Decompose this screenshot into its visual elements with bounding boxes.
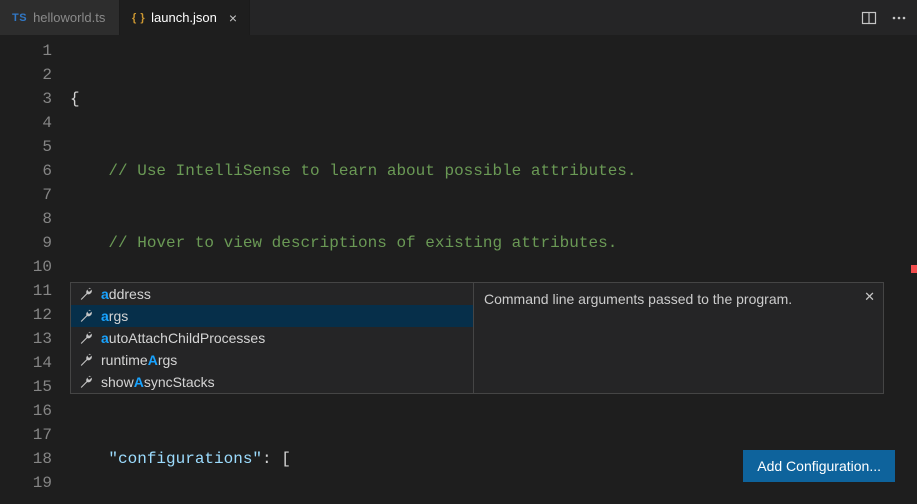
line-number: 13 <box>0 327 52 351</box>
suggest-item[interactable]: runtimeArgs <box>71 349 473 371</box>
line-number: 16 <box>0 399 52 423</box>
line-number: 15 <box>0 375 52 399</box>
suggest-widget: address args autoAttachChildProcesses runti… <box>70 282 884 394</box>
line-number: 4 <box>0 111 52 135</box>
line-number: 19 <box>0 471 52 495</box>
suggest-doc-text: Command line arguments passed to the pro… <box>484 291 792 307</box>
line-number: 10 <box>0 255 52 279</box>
split-editor-icon[interactable] <box>861 10 877 26</box>
suggest-item[interactable]: autoAttachChildProcesses <box>71 327 473 349</box>
tab-label: helloworld.ts <box>33 10 105 25</box>
code-area[interactable]: { // Use IntelliSense to learn about pos… <box>70 35 917 504</box>
scroll-error-marker[interactable] <box>911 265 917 273</box>
line-number: 8 <box>0 207 52 231</box>
json-icon: { } <box>132 12 145 24</box>
suggest-label: args <box>101 308 128 324</box>
code-text: // Use IntelliSense to learn about possi… <box>70 162 637 180</box>
suggest-label: runtimeArgs <box>101 352 177 368</box>
property-icon <box>79 375 93 389</box>
property-icon <box>79 331 93 345</box>
property-icon <box>79 287 93 301</box>
code-text: "configurations" <box>108 450 262 468</box>
line-number: 18 <box>0 447 52 471</box>
close-icon[interactable]: ✕ <box>864 287 875 307</box>
line-number: 9 <box>0 231 52 255</box>
suggest-item[interactable]: address <box>71 283 473 305</box>
line-number: 6 <box>0 159 52 183</box>
suggest-item[interactable]: args <box>71 305 473 327</box>
property-icon <box>79 353 93 367</box>
line-number: 5 <box>0 135 52 159</box>
code-text: // Hover to view descriptions of existin… <box>70 234 617 252</box>
tab-bar: TS helloworld.ts { } launch.json × <box>0 0 917 35</box>
line-number: 17 <box>0 423 52 447</box>
suggest-label: autoAttachChildProcesses <box>101 330 265 346</box>
tab-launch-json[interactable]: { } launch.json × <box>120 0 250 35</box>
add-configuration-button[interactable]: Add Configuration... <box>743 450 895 482</box>
tab-label: launch.json <box>151 10 217 25</box>
code-text: { <box>70 90 80 108</box>
suggest-label: showAsyncStacks <box>101 374 215 390</box>
close-icon[interactable]: × <box>229 11 237 25</box>
typescript-icon: TS <box>12 12 27 24</box>
line-number-gutter: 12345678910111213141516171819 <box>0 35 70 504</box>
line-number: 11 <box>0 279 52 303</box>
suggest-label: address <box>101 286 151 302</box>
line-number: 3 <box>0 87 52 111</box>
suggest-list[interactable]: address args autoAttachChildProcesses runti… <box>70 282 474 394</box>
more-icon[interactable] <box>891 10 907 26</box>
tab-helloworld[interactable]: TS helloworld.ts <box>0 0 120 35</box>
line-number: 7 <box>0 183 52 207</box>
line-number: 2 <box>0 63 52 87</box>
property-icon <box>79 309 93 323</box>
line-number: 1 <box>0 39 52 63</box>
tab-actions <box>851 0 917 35</box>
suggest-item[interactable]: showAsyncStacks <box>71 371 473 393</box>
suggest-docs: Command line arguments passed to the pro… <box>474 282 884 394</box>
editor[interactable]: 12345678910111213141516171819 { // Use I… <box>0 35 917 504</box>
line-number: 14 <box>0 351 52 375</box>
line-number: 12 <box>0 303 52 327</box>
